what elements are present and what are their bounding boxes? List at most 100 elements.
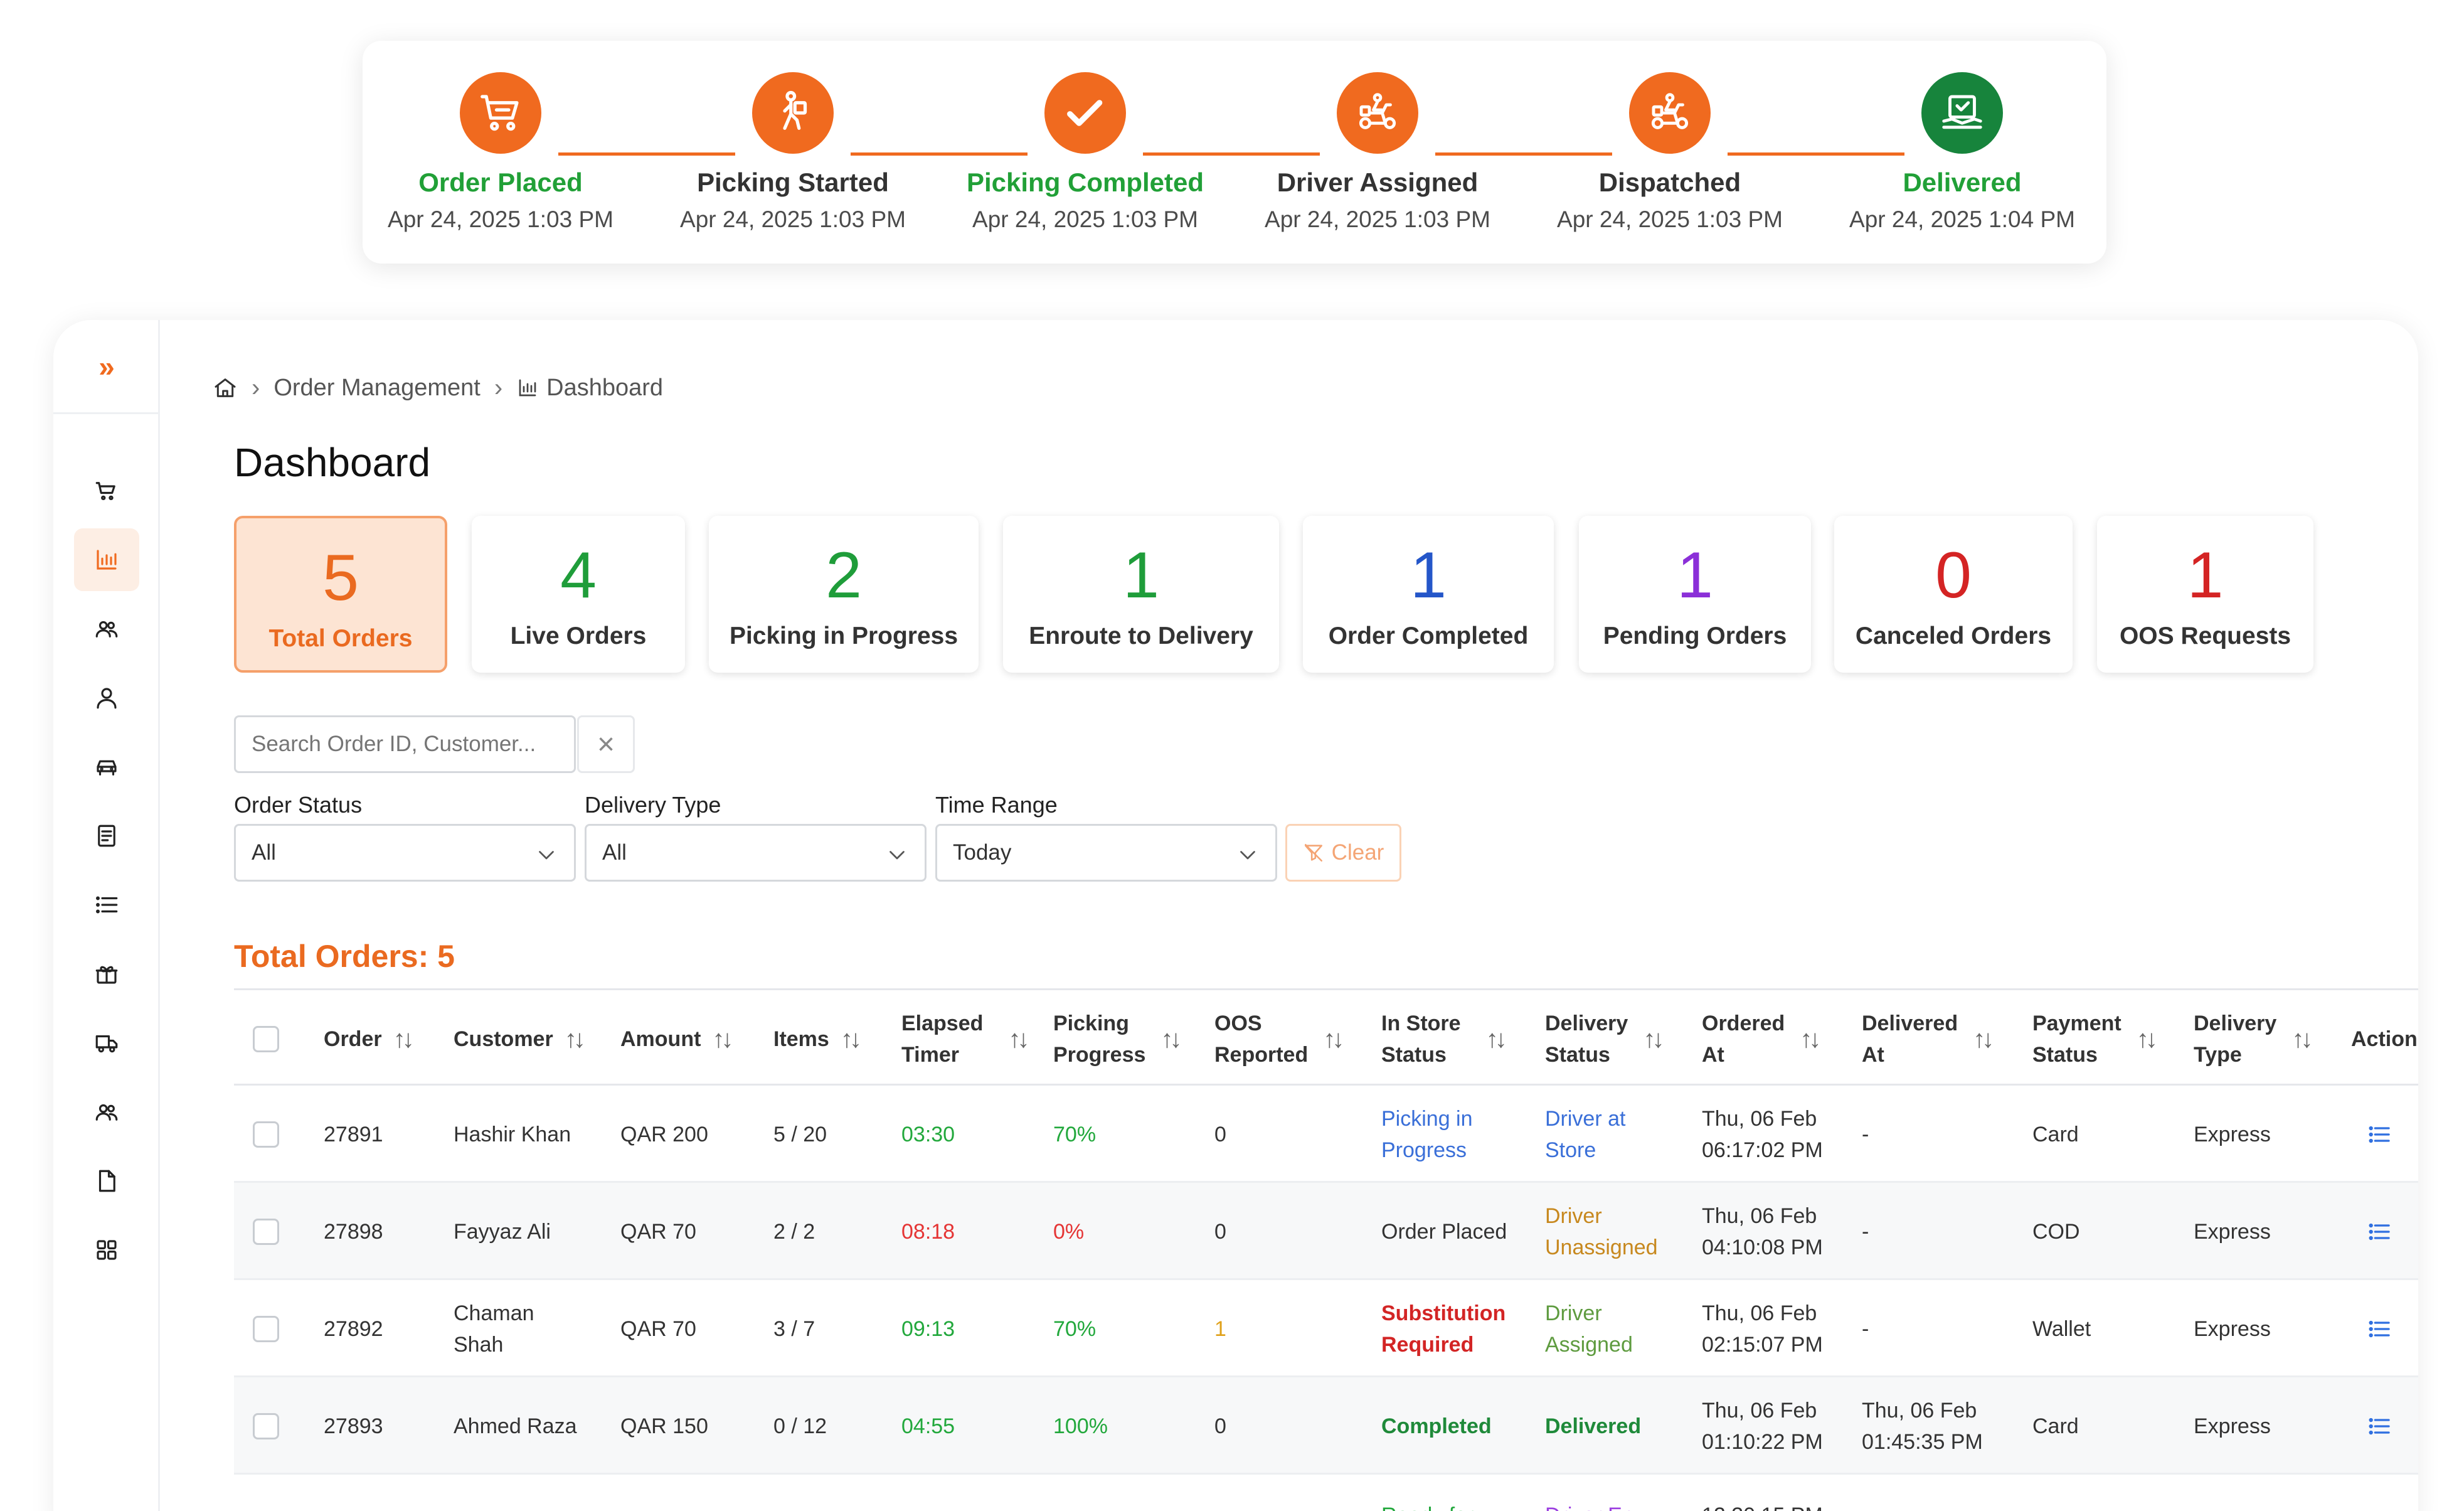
cell-order-id: 27891: [324, 1122, 383, 1146]
stat-card-pending-orders[interactable]: 1 Pending Orders: [1579, 516, 1811, 673]
cell-in-store-status: Picking in Progress: [1381, 1106, 1473, 1162]
sort-icon[interactable]: ↑↓: [393, 1023, 415, 1055]
grid-icon: [97, 1240, 117, 1260]
stat-card-enroute-to-delivery[interactable]: 1 Enroute to Delivery: [1003, 516, 1279, 673]
sort-icon[interactable]: ↑↓: [1486, 1023, 1507, 1055]
table-row[interactable]: 27892 Chaman Shah QAR 70 3 / 7 09:13 70% 1 Subst…: [234, 1280, 2418, 1377]
table-row[interactable]: Ready for Driver En 12:30:15 PM: [234, 1475, 2418, 1511]
sort-icon[interactable]: ↑↓: [712, 1023, 733, 1055]
chevron-right-icon: ›: [494, 373, 503, 402]
column-header-customer[interactable]: Customer ↑↓: [454, 990, 586, 1087]
delivery-type-select[interactable]: All: [585, 824, 927, 882]
orders-table: Order ↑↓ Customer ↑↓ Amount ↑↓ Items ↑↓ Elap…: [234, 988, 2418, 1511]
cell-delivery-status: Driver Assigned: [1545, 1301, 1633, 1357]
stat-card-live-orders[interactable]: 4 Live Orders: [472, 516, 685, 673]
sidebar-item-delivery[interactable]: [74, 1012, 139, 1074]
cell-order-id: 27893: [324, 1414, 383, 1438]
sidebar-item-files[interactable]: [74, 1150, 139, 1212]
total-orders-heading: Total Orders: 5: [234, 939, 455, 974]
column-header-oos-reported[interactable]: OOS Reported ↑↓: [1214, 990, 1344, 1087]
cell-in-store-status: Order Placed: [1381, 1219, 1507, 1244]
sort-icon[interactable]: ↑↓: [565, 1023, 586, 1055]
sidebar-item-user[interactable]: [74, 666, 139, 729]
sort-icon[interactable]: ↑↓: [1323, 1023, 1344, 1055]
order-status-select[interactable]: All: [234, 824, 576, 882]
sidebar-item-apps[interactable]: [74, 1219, 139, 1281]
row-checkbox[interactable]: [253, 1315, 279, 1342]
row-checkbox[interactable]: [253, 1121, 279, 1148]
column-header-items[interactable]: Items ↑↓: [773, 990, 862, 1087]
select-all-checkbox[interactable]: [253, 1025, 279, 1052]
column-header-order[interactable]: Order ↑↓: [324, 990, 415, 1087]
stat-value: 1: [1677, 539, 1713, 612]
sort-icon[interactable]: ↑↓: [2291, 1023, 2313, 1055]
sidebar-item-vehicles[interactable]: [74, 735, 139, 798]
time-range-select[interactable]: Today: [935, 824, 1277, 882]
timeline-step-dispatched: Dispatched Apr 24, 2025 1:03 PM: [1522, 72, 1817, 233]
column-header-delivery-type[interactable]: Delivery Type ↑↓: [2194, 990, 2313, 1087]
close-icon[interactable]: ×: [577, 715, 635, 773]
stat-card-picking-in-progress[interactable]: 2 Picking in Progress: [709, 516, 979, 673]
cell-ordered-at: Thu, 06 Feb 04:10:08 PM: [1702, 1204, 1823, 1259]
sort-icon[interactable]: ↑↓: [1008, 1023, 1029, 1055]
column-header-delivery-status[interactable]: Delivery Status ↑↓: [1545, 990, 1664, 1087]
table-row[interactable]: 27891 Hashir Khan QAR 200 5 / 20 03:30 70% 0 Pi…: [234, 1086, 2418, 1183]
sidebar-toggle-button[interactable]: »: [53, 320, 160, 414]
sort-icon[interactable]: ↑↓: [1800, 1023, 1821, 1055]
sidebar-item-list[interactable]: [74, 873, 139, 936]
car-icon: [97, 760, 117, 776]
column-header-amount[interactable]: Amount ↑↓: [620, 990, 733, 1087]
home-icon[interactable]: [213, 375, 238, 400]
stat-label: Total Orders: [268, 625, 413, 652]
sidebar-item-gifts[interactable]: [74, 942, 139, 1005]
cart-icon: [460, 72, 541, 154]
row-checkbox[interactable]: [253, 1412, 279, 1439]
cell-in-store-status: Substitution Required: [1381, 1301, 1506, 1357]
timeline-date: Apr 24, 2025 1:03 PM: [388, 206, 613, 232]
details-list-icon[interactable]: [2367, 1414, 2392, 1439]
sort-icon[interactable]: ↑↓: [1643, 1023, 1664, 1055]
column-header-elapsed-timer[interactable]: Elapsed Timer ↑↓: [901, 990, 1029, 1087]
cell-amount: QAR 70: [620, 1219, 696, 1244]
sort-icon[interactable]: ↑↓: [1973, 1023, 1994, 1055]
stat-card-order-completed[interactable]: 1 Order Completed: [1303, 516, 1554, 673]
cell-actions: [2367, 1086, 2392, 1183]
delivered-box-icon: [1921, 72, 2003, 154]
clear-filters-button[interactable]: Clear: [1285, 824, 1401, 882]
cell-items: 2 / 2: [773, 1219, 815, 1244]
details-list-icon[interactable]: [2367, 1122, 2392, 1147]
chevron-down-icon: [889, 851, 905, 860]
sidebar-item-users[interactable]: [74, 597, 139, 660]
sidebar-item-team[interactable]: [74, 1081, 139, 1143]
breadcrumb-order-management[interactable]: Order Management: [273, 375, 481, 402]
stat-card-oos-requests[interactable]: 1 OOS Requests: [2097, 516, 2313, 673]
sort-icon[interactable]: ↑↓: [2137, 1023, 2158, 1055]
users-icon: [95, 621, 118, 638]
sidebar-item-dashboard[interactable]: [74, 528, 139, 591]
stat-card-total-orders[interactable]: 5 Total Orders: [234, 516, 447, 673]
sidebar-item-documents[interactable]: [74, 804, 139, 867]
table-row[interactable]: 27893 Ahmed Raza QAR 150 0 / 12 04:55 100% 0 Co…: [234, 1377, 2418, 1475]
sidebar-item-cart[interactable]: [74, 459, 139, 522]
details-list-icon[interactable]: [2367, 1219, 2392, 1244]
details-list-icon[interactable]: [2367, 1316, 2392, 1342]
timeline-title: Order Placed: [418, 168, 583, 197]
cell-actions: [2367, 1183, 2392, 1280]
stat-card-canceled-orders[interactable]: 0 Canceled Orders: [1834, 516, 2073, 673]
table-row[interactable]: 27898 Fayyaz Ali QAR 70 2 / 2 08:18 0% 0 Order …: [234, 1183, 2418, 1280]
column-header-in-store-status[interactable]: In Store Status ↑↓: [1381, 990, 1507, 1087]
column-header-payment-status[interactable]: Payment Status ↑↓: [2032, 990, 2158, 1087]
sort-icon[interactable]: ↑↓: [841, 1023, 862, 1055]
column-header-ordered-at[interactable]: Ordered At ↑↓: [1702, 990, 1821, 1087]
search-input[interactable]: [234, 715, 576, 773]
cell-ordered-at: Thu, 06 Feb 01:10:22 PM: [1702, 1398, 1823, 1454]
table-header: Order ↑↓ Customer ↑↓ Amount ↑↓ Items ↑↓ Elap…: [234, 988, 2418, 1086]
row-checkbox[interactable]: [253, 1218, 279, 1245]
cell-actions: [2367, 1280, 2392, 1377]
user-icon: [97, 688, 117, 709]
sort-icon[interactable]: ↑↓: [1160, 1023, 1182, 1055]
column-header-picking-progress[interactable]: Picking Progress ↑↓: [1053, 990, 1182, 1087]
check-icon: [1044, 72, 1126, 154]
cell-amount: QAR 70: [620, 1316, 696, 1341]
column-header-delivered-at[interactable]: Delivered At ↑↓: [1862, 990, 1994, 1087]
